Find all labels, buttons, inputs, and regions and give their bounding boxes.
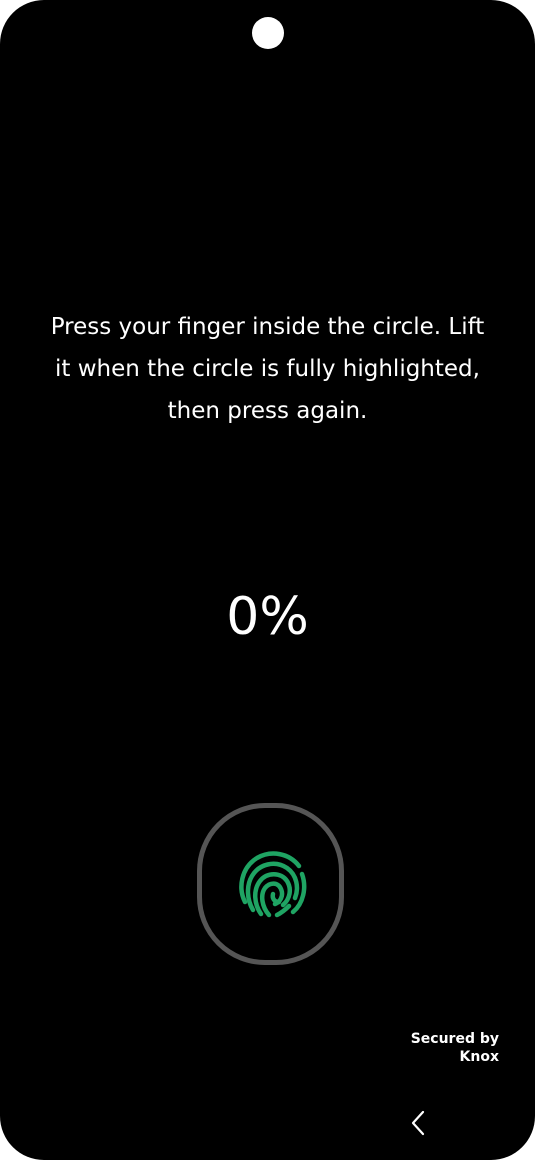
instruction-text: Press your finger inside the circle. Lif… xyxy=(50,314,485,424)
chevron-left-icon xyxy=(411,1110,425,1136)
secured-by-knox: Secured by Knox xyxy=(411,1030,499,1066)
progress-percent: 0% xyxy=(226,587,309,647)
secured-by-label: Secured by xyxy=(410,1031,499,1047)
fingerprint-sensor-area[interactable] xyxy=(197,803,344,965)
back-button[interactable] xyxy=(402,1105,434,1141)
front-camera-cutout xyxy=(252,17,284,49)
knox-label: Knox xyxy=(459,1049,499,1065)
fingerprint-icon xyxy=(238,851,306,918)
fingerprint-enroll-screen: Press your finger inside the circle. Lif… xyxy=(0,0,535,1160)
